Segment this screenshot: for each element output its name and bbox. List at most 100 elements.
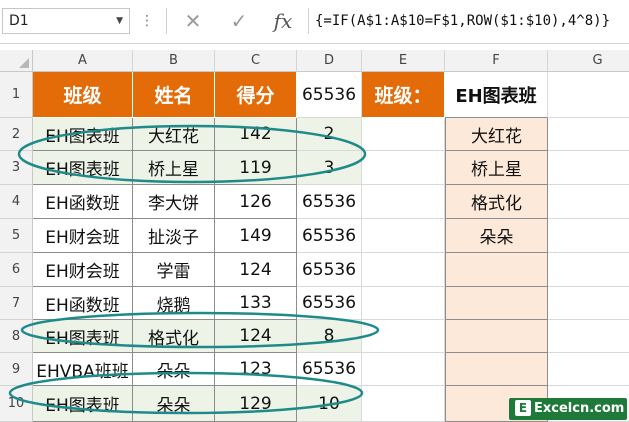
cell-D3[interactable]: 3 [297,151,362,185]
cell-A3[interactable]: EH图表班 [33,151,133,185]
cell-F1[interactable]: EH图表班 [445,72,548,118]
cell-C4[interactable]: 126 [215,185,297,219]
cell-B10[interactable]: 朵朵 [133,386,215,422]
column-header-C[interactable]: C [215,50,297,72]
insert-function-icon[interactable]: fx [267,8,299,34]
cell-E7[interactable] [362,287,445,320]
cell-D4[interactable]: 65536 [297,185,362,219]
cell-C3[interactable]: 119 [215,151,297,185]
cell-G9[interactable] [548,353,629,386]
cell-D10[interactable]: 10 [297,386,362,422]
cell-C2[interactable]: 142 [215,118,297,151]
cell-F6[interactable] [445,253,548,287]
formula-controls: ✕ ✓ fx [166,8,306,34]
formula-input[interactable]: {=IF(A$1:A$10=F$1,ROW($1:$10),4^8)} [308,8,629,34]
formula-bar: D1 ▼ ⋮ ✕ ✓ fx {=IF(A$1:A$10=F$1,ROW($1:$… [0,0,629,44]
cell-G7[interactable] [548,287,629,320]
column-header-A[interactable]: A [33,50,133,72]
column-header-D[interactable]: D [297,50,362,72]
cell-G5[interactable] [548,219,629,253]
cell-D9[interactable]: 65536 [297,353,362,386]
cell-F4[interactable]: 格式化 [445,185,548,219]
cell-D1[interactable]: 65536 [297,72,362,118]
cell-A10[interactable]: EH图表班 [33,386,133,422]
cell-E1[interactable]: 班级： [362,72,445,118]
more-options-icon[interactable]: ⋮ [140,10,154,32]
cell-A2[interactable]: EH图表班 [33,118,133,151]
cell-E10[interactable] [362,386,445,422]
cell-G3[interactable] [548,151,629,185]
row-header-9[interactable]: 9 [0,353,33,386]
cell-A4[interactable]: EH函数班 [33,185,133,219]
row-header-2[interactable]: 2 [0,118,33,151]
cell-B6[interactable]: 学雷 [133,253,215,287]
cell-F5[interactable]: 朵朵 [445,219,548,253]
cell-F8[interactable] [445,320,548,353]
cell-A1[interactable]: 班级 [33,72,133,118]
row-header-5[interactable]: 5 [0,219,33,253]
cell-C8[interactable]: 124 [215,320,297,353]
cell-E4[interactable] [362,185,445,219]
select-all-triangle-icon [19,58,29,68]
cell-A5[interactable]: EH财会班 [33,219,133,253]
cell-A9[interactable]: EHVBA班班 [33,353,133,386]
cell-C6[interactable]: 124 [215,253,297,287]
column-header-G[interactable]: G [548,50,629,72]
cell-D6[interactable]: 65536 [297,253,362,287]
cell-B4[interactable]: 李大饼 [133,185,215,219]
cell-B7[interactable]: 烧鹅 [133,287,215,320]
cell-G4[interactable] [548,185,629,219]
cell-C1[interactable]: 得分 [215,72,297,118]
cell-B8[interactable]: 格式化 [133,320,215,353]
cell-E8[interactable] [362,320,445,353]
cancel-icon[interactable]: ✕ [177,8,209,34]
cell-E3[interactable] [362,151,445,185]
cell-F7[interactable] [445,287,548,320]
row-header-8[interactable]: 8 [0,320,33,353]
cell-E2[interactable] [362,118,445,151]
row-header-6[interactable]: 6 [0,253,33,287]
cell-C7[interactable]: 133 [215,287,297,320]
name-box[interactable]: D1 ▼ [2,8,130,34]
cell-A6[interactable]: EH财会班 [33,253,133,287]
cell-A7[interactable]: EH函数班 [33,287,133,320]
row-header-10[interactable]: 10 [0,386,33,422]
enter-icon[interactable]: ✓ [223,8,255,34]
cell-F2[interactable]: 大红花 [445,118,548,151]
cell-B1[interactable]: 姓名 [133,72,215,118]
cell-C9[interactable]: 123 [215,353,297,386]
cell-D8[interactable]: 8 [297,320,362,353]
cell-G8[interactable] [548,320,629,353]
cell-F3[interactable]: 桥上星 [445,151,548,185]
cell-E9[interactable] [362,353,445,386]
row-header-1[interactable]: 1 [0,72,33,118]
site-logo: E Excelcn.com [509,398,627,420]
row-header-7[interactable]: 7 [0,287,33,320]
cell-F9[interactable] [445,353,548,386]
column-header-F[interactable]: F [445,50,548,72]
row-header-4[interactable]: 4 [0,185,33,219]
column-header-B[interactable]: B [133,50,215,72]
cell-E6[interactable] [362,253,445,287]
cell-C10[interactable]: 129 [215,386,297,422]
column-header-E[interactable]: E [362,50,445,72]
row-header-3[interactable]: 3 [0,151,33,185]
cell-B3[interactable]: 桥上星 [133,151,215,185]
name-box-value: D1 [9,13,29,29]
cell-E5[interactable] [362,219,445,253]
chevron-down-icon[interactable]: ▼ [116,9,123,33]
cell-A8[interactable]: EH图表班 [33,320,133,353]
select-all-corner[interactable] [0,50,33,72]
cell-D5[interactable]: 65536 [297,219,362,253]
cell-D2[interactable]: 2 [297,118,362,151]
cell-G1[interactable] [548,72,629,118]
logo-text: Excelcn.com [534,401,625,416]
cell-B2[interactable]: 大红花 [133,118,215,151]
logo-e-icon: E [515,400,531,416]
cell-B5[interactable]: 扯淡子 [133,219,215,253]
cell-B9[interactable]: 朵朵 [133,353,215,386]
cell-G2[interactable] [548,118,629,151]
cell-D7[interactable]: 65536 [297,287,362,320]
cell-C5[interactable]: 149 [215,219,297,253]
cell-G6[interactable] [548,253,629,287]
